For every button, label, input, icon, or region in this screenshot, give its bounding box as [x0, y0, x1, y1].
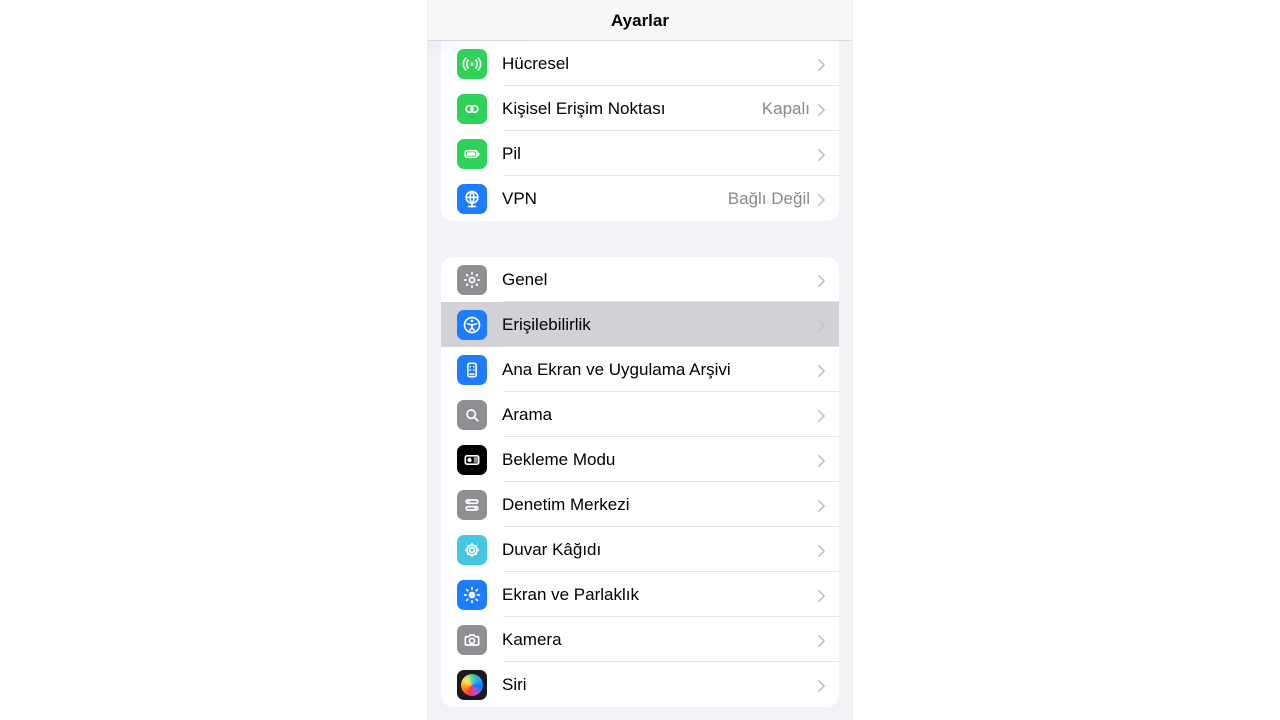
chevron-right-icon	[818, 104, 824, 114]
gear-icon	[457, 265, 487, 295]
row-label: Ekran ve Parlaklık	[502, 585, 818, 605]
control-center-icon	[457, 490, 487, 520]
row-value: Kapalı	[762, 99, 810, 119]
row-label: Duvar Kâğıdı	[502, 540, 818, 560]
row-label: Pil	[502, 144, 818, 164]
chevron-right-icon	[818, 149, 824, 159]
chevron-right-icon	[818, 635, 824, 645]
wallpaper-icon	[457, 535, 487, 565]
brightness-icon	[457, 580, 487, 610]
chevron-right-icon	[818, 194, 824, 204]
row-label: Denetim Merkezi	[502, 495, 818, 515]
chevron-right-icon	[818, 410, 824, 420]
row-label: VPN	[502, 189, 728, 209]
row-value: Bağlı Değil	[728, 189, 810, 209]
row-camera[interactable]: Kamera	[441, 617, 839, 662]
settings-group-general: Genel Erişilebilirlik	[441, 257, 839, 707]
row-home-screen[interactable]: Ana Ekran ve Uygulama Arşivi	[441, 347, 839, 392]
settings-group-connectivity: Hücresel Kişisel Erişim Noktası Kapalı	[441, 41, 839, 221]
row-wallpaper[interactable]: Duvar Kâğıdı	[441, 527, 839, 572]
row-battery[interactable]: Pil	[441, 131, 839, 176]
vpn-icon	[457, 184, 487, 214]
battery-icon	[457, 139, 487, 169]
chevron-right-icon	[818, 365, 824, 375]
row-label: Kamera	[502, 630, 818, 650]
page-title: Ayarlar	[611, 0, 669, 41]
row-label: Erişilebilirlik	[502, 315, 818, 335]
row-control-center[interactable]: Denetim Merkezi	[441, 482, 839, 527]
hotspot-icon	[457, 94, 487, 124]
cellular-icon	[457, 49, 487, 79]
row-personal-hotspot[interactable]: Kişisel Erişim Noktası Kapalı	[441, 86, 839, 131]
row-label: Kişisel Erişim Noktası	[502, 99, 762, 119]
chevron-right-icon	[818, 455, 824, 465]
chevron-right-icon	[818, 680, 824, 690]
nav-bar: Ayarlar	[428, 0, 852, 41]
row-siri[interactable]: Siri	[441, 662, 839, 707]
row-label: Genel	[502, 270, 818, 290]
row-label: Arama	[502, 405, 818, 425]
row-label: Bekleme Modu	[502, 450, 818, 470]
search-icon	[457, 400, 487, 430]
chevron-right-icon	[818, 500, 824, 510]
accessibility-icon	[457, 310, 487, 340]
chevron-right-icon	[818, 275, 824, 285]
row-cellular[interactable]: Hücresel	[441, 41, 839, 86]
row-label: Ana Ekran ve Uygulama Arşivi	[502, 360, 818, 380]
chevron-right-icon	[818, 590, 824, 600]
row-display-brightness[interactable]: Ekran ve Parlaklık	[441, 572, 839, 617]
row-general[interactable]: Genel	[441, 257, 839, 302]
settings-screen: Ayarlar Hücresel	[427, 0, 853, 720]
chevron-right-icon	[818, 320, 824, 330]
standby-icon	[457, 445, 487, 475]
row-standby[interactable]: Bekleme Modu	[441, 437, 839, 482]
row-label: Siri	[502, 675, 818, 695]
row-accessibility[interactable]: Erişilebilirlik	[441, 302, 839, 347]
row-label: Hücresel	[502, 54, 818, 74]
camera-icon	[457, 625, 487, 655]
chevron-right-icon	[818, 545, 824, 555]
siri-icon	[457, 670, 487, 700]
settings-scroll[interactable]: Hücresel Kişisel Erişim Noktası Kapalı	[428, 41, 852, 720]
home-screen-icon	[457, 355, 487, 385]
row-search[interactable]: Arama	[441, 392, 839, 437]
chevron-right-icon	[818, 59, 824, 69]
row-vpn[interactable]: VPN Bağlı Değil	[441, 176, 839, 221]
